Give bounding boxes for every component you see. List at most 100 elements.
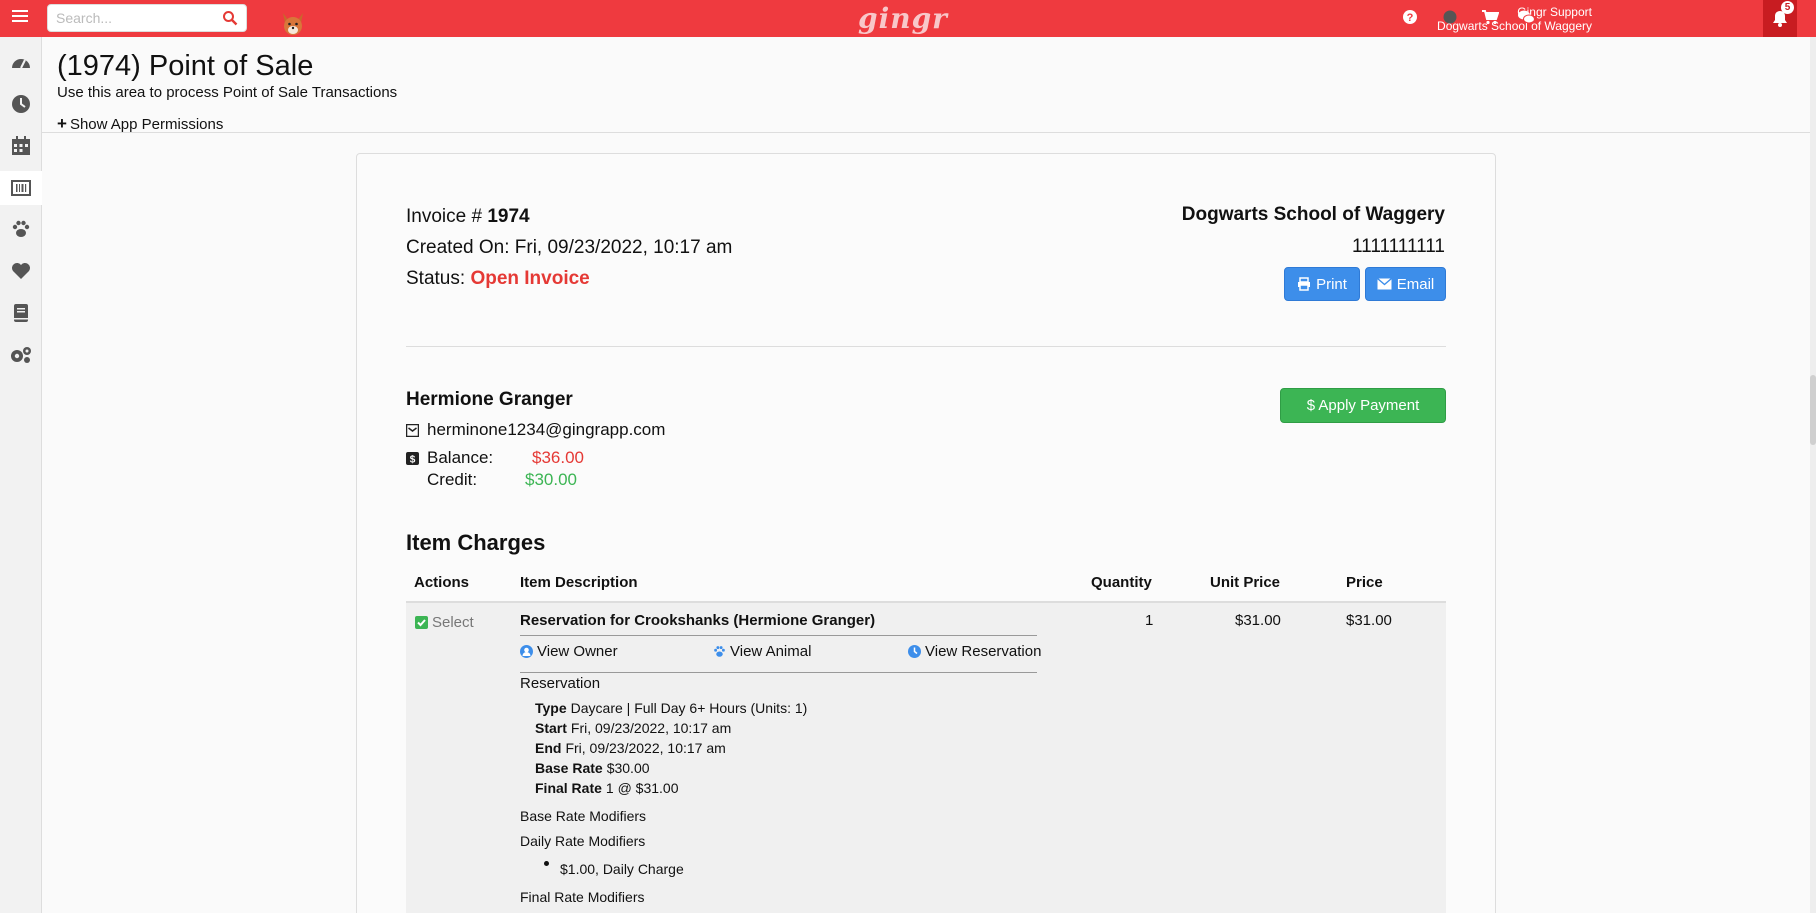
item-charges-title: Item Charges [406,530,546,555]
sidebar-nav [0,37,42,913]
detail-final-rate: Final Rate 1 @ $31.00 [535,780,679,796]
card-divider [406,346,1446,347]
dashboard-gauge-icon [12,59,30,69]
detail-start: Start Fri, 09/23/2022, 10:17 am [535,720,731,736]
links-top-divider [520,635,1037,636]
col-quantity: Quantity [1091,574,1152,591]
dollar-square-icon: $ [406,451,419,465]
paw-icon [714,646,725,657]
view-owner-label: View Owner [537,643,618,660]
envelope-icon [1376,278,1392,290]
svg-text:?: ? [1407,12,1414,24]
sidebar-item-dashboard[interactable] [7,48,35,76]
customer-name[interactable]: Hermione Granger [406,389,573,411]
user-name: Gingr Support [1517,5,1592,19]
scrollbar-thumb[interactable] [1810,375,1816,445]
sidebar-item-settings[interactable] [7,341,35,369]
base-rate-label: Base Rate [535,760,603,776]
clock-icon [908,645,921,658]
apply-payment-label: $ Apply Payment [1306,397,1420,414]
credit-row: Credit: $30.00 [427,470,577,490]
start-value: Fri, 09/23/2022, 10:17 am [570,720,732,736]
select-checkbox[interactable]: Select [415,614,474,631]
search-input[interactable] [48,5,208,31]
invoice-number: 1974 [487,206,530,227]
chat-icon[interactable] [1516,9,1536,29]
detail-base-rate: Base Rate $30.00 [535,760,650,776]
page-title: (1974) Point of Sale [57,50,314,82]
user-info[interactable]: Gingr Support Dogwarts School of Waggery [1437,5,1592,33]
end-value: Fri, 09/23/2022, 10:17 am [565,740,726,756]
sidebar-item-favorites[interactable] [7,257,35,285]
gingr-logo[interactable]: gingr [858,2,948,35]
item-unit-price: $31.00 [1235,612,1281,629]
invoice-business-phone: 1111111111 [1352,236,1445,257]
base-rate-modifiers: Base Rate Modifiers [520,808,647,824]
help-icon[interactable]: ? [1400,9,1420,29]
col-price: Price [1346,574,1383,591]
invoice-number-label: Invoice # [406,206,483,227]
reservation-heading: Reservation [520,675,601,692]
status-label: Status: [406,268,466,289]
created-on-line: Created On: Fri, 09/23/2022, 10:17 am [406,237,732,259]
status-line: Status: Open Invoice [406,268,590,290]
hamburger-menu-icon[interactable] [9,7,31,29]
header-divider [42,132,1810,133]
sidebar-item-animals[interactable] [7,215,35,243]
balance-value: $36.00 [532,448,584,467]
clock-icon [12,95,30,113]
print-button[interactable]: Print [1284,267,1360,301]
daily-charge-item: $1.00, Daily Charge [560,861,684,877]
printer-icon [1298,277,1311,291]
view-animal-link[interactable]: View Animal [713,643,811,660]
apply-payment-button[interactable]: $ Apply Payment [1280,388,1446,423]
invoice-business-name: Dogwarts School of Waggery [1181,204,1445,225]
final-rate-modifiers: Final Rate Modifiers [520,889,645,905]
sidebar-item-reports[interactable] [7,299,35,327]
item-quantity: 1 [1145,612,1154,629]
balance-label: Balance: [427,448,494,467]
sidebar-item-calendar[interactable] [7,132,35,160]
sidebar-item-history[interactable] [7,90,35,118]
end-label: End [535,740,562,756]
page-scrollbar[interactable] [1810,37,1816,913]
search-icon[interactable] [222,10,238,30]
show-permissions-link[interactable]: + Show App Permissions [57,114,223,134]
list-bullet [544,861,549,866]
cart-icon[interactable] [1480,9,1500,29]
show-permissions-label: Show App Permissions [69,116,224,133]
checkbox-checked-icon [415,616,428,629]
paw-icon [12,220,30,237]
barcode-icon [11,180,31,196]
view-owner-link[interactable]: View Owner [520,643,618,660]
page-subtitle: Use this area to process Point of Sale T… [57,84,398,101]
search-box [47,4,247,32]
top-navbar: gingr Gingr Support Dogwarts School of W… [0,0,1816,37]
links-bottom-divider [520,672,1037,673]
envelope-square-icon [406,423,419,437]
print-label: Print [1316,275,1347,293]
email-button[interactable]: Email [1365,267,1446,301]
balance-row: $ Balance: $36.00 [406,448,584,468]
business-name: Dogwarts School of Waggery [1437,19,1592,33]
final-rate-label: Final Rate [535,780,602,796]
daily-rate-modifiers: Daily Rate Modifiers [520,833,646,849]
customer-email-row: herminone1234@gingrapp.com [406,420,665,440]
select-label: Select [432,614,474,631]
detail-type: Type Daycare | Full Day 6+ Hours (Units: … [535,700,807,716]
fox-mascot-icon [280,11,306,37]
book-icon [14,304,28,322]
col-actions: Actions [414,574,470,591]
status-dot-icon[interactable] [1440,9,1460,29]
svg-text:$: $ [410,454,416,465]
customer-email[interactable]: herminone1234@gingrapp.com [427,420,665,440]
item-price: $31.00 [1346,612,1392,629]
base-rate-value: $30.00 [606,760,650,776]
sidebar-item-point-of-sale[interactable] [0,171,42,205]
item-description: Reservation for Crookshanks (Hermione Gr… [520,612,876,629]
detail-end: End Fri, 09/23/2022, 10:17 am [535,740,726,756]
view-reservation-link[interactable]: View Reservation [908,643,1041,660]
created-on-label: Created On: [406,237,510,258]
final-rate-value: 1 @ $31.00 [605,780,679,796]
col-unit-price: Unit Price [1210,574,1281,591]
